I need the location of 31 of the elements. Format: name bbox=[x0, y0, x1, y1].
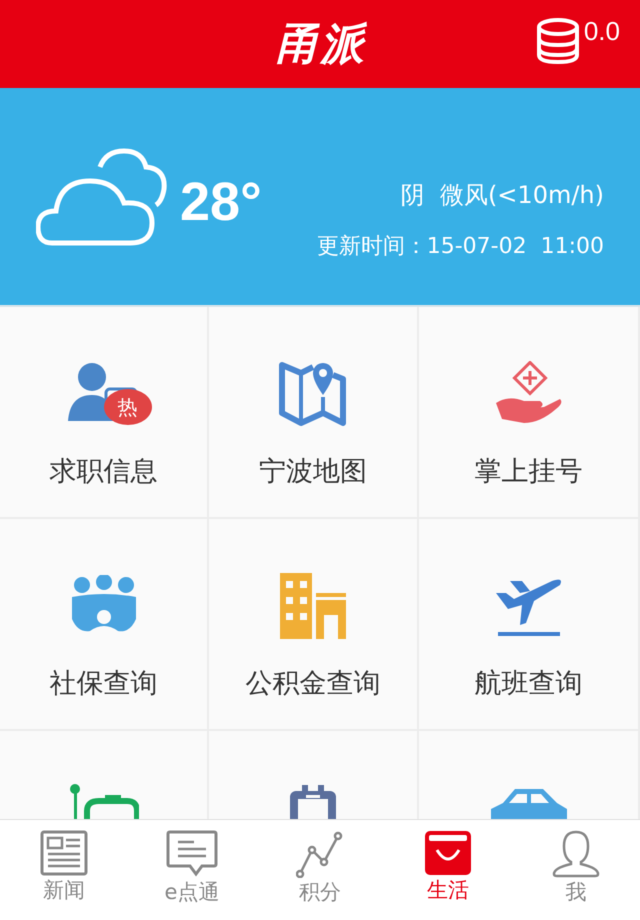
line-chart-icon bbox=[296, 830, 344, 878]
nav-tab[interactable]: 新闻 bbox=[0, 820, 128, 920]
service-tile[interactable]: 宁波地图 bbox=[209, 307, 419, 519]
service-label: 掌上挂号 bbox=[474, 455, 582, 489]
message-icon bbox=[166, 830, 218, 878]
service-label: 公积金查询 bbox=[246, 667, 380, 701]
map-pin-icon bbox=[279, 361, 347, 427]
service-tile[interactable]: 掌上挂号 bbox=[419, 307, 640, 519]
hot-badge: 热 bbox=[104, 389, 152, 425]
nav-tab[interactable]: 生活 bbox=[384, 820, 512, 920]
cloud-icon bbox=[36, 146, 168, 246]
shopping-bag-icon bbox=[424, 830, 472, 876]
service-label: 求职信息 bbox=[50, 455, 158, 489]
buildings-icon bbox=[280, 573, 346, 639]
update-time: 更新时间：15-07-02 11:00 bbox=[316, 232, 604, 260]
coin-stack-icon bbox=[536, 18, 580, 64]
nav-tab[interactable]: e点通 bbox=[128, 820, 256, 920]
coin-balance: 0.0 bbox=[584, 18, 620, 44]
service-tile[interactable]: 航班查询 bbox=[419, 519, 640, 731]
weather-condition: 阴 微风(<10m/h) bbox=[400, 180, 604, 210]
service-label: 航班查询 bbox=[474, 667, 582, 701]
service-tile[interactable]: 社保查询 bbox=[0, 519, 209, 731]
nav-tab[interactable]: 我 bbox=[512, 820, 640, 920]
temperature: 28° bbox=[180, 170, 262, 232]
service-tile[interactable]: 热 求职信息 bbox=[0, 307, 209, 519]
nav-tab[interactable]: 积分 bbox=[256, 820, 384, 920]
newspaper-icon bbox=[40, 830, 88, 876]
service-tile[interactable]: 公积金查询 bbox=[209, 519, 419, 731]
service-label: 社保查询 bbox=[50, 667, 158, 701]
user-icon bbox=[552, 830, 600, 878]
service-label: 宁波地图 bbox=[259, 455, 367, 489]
